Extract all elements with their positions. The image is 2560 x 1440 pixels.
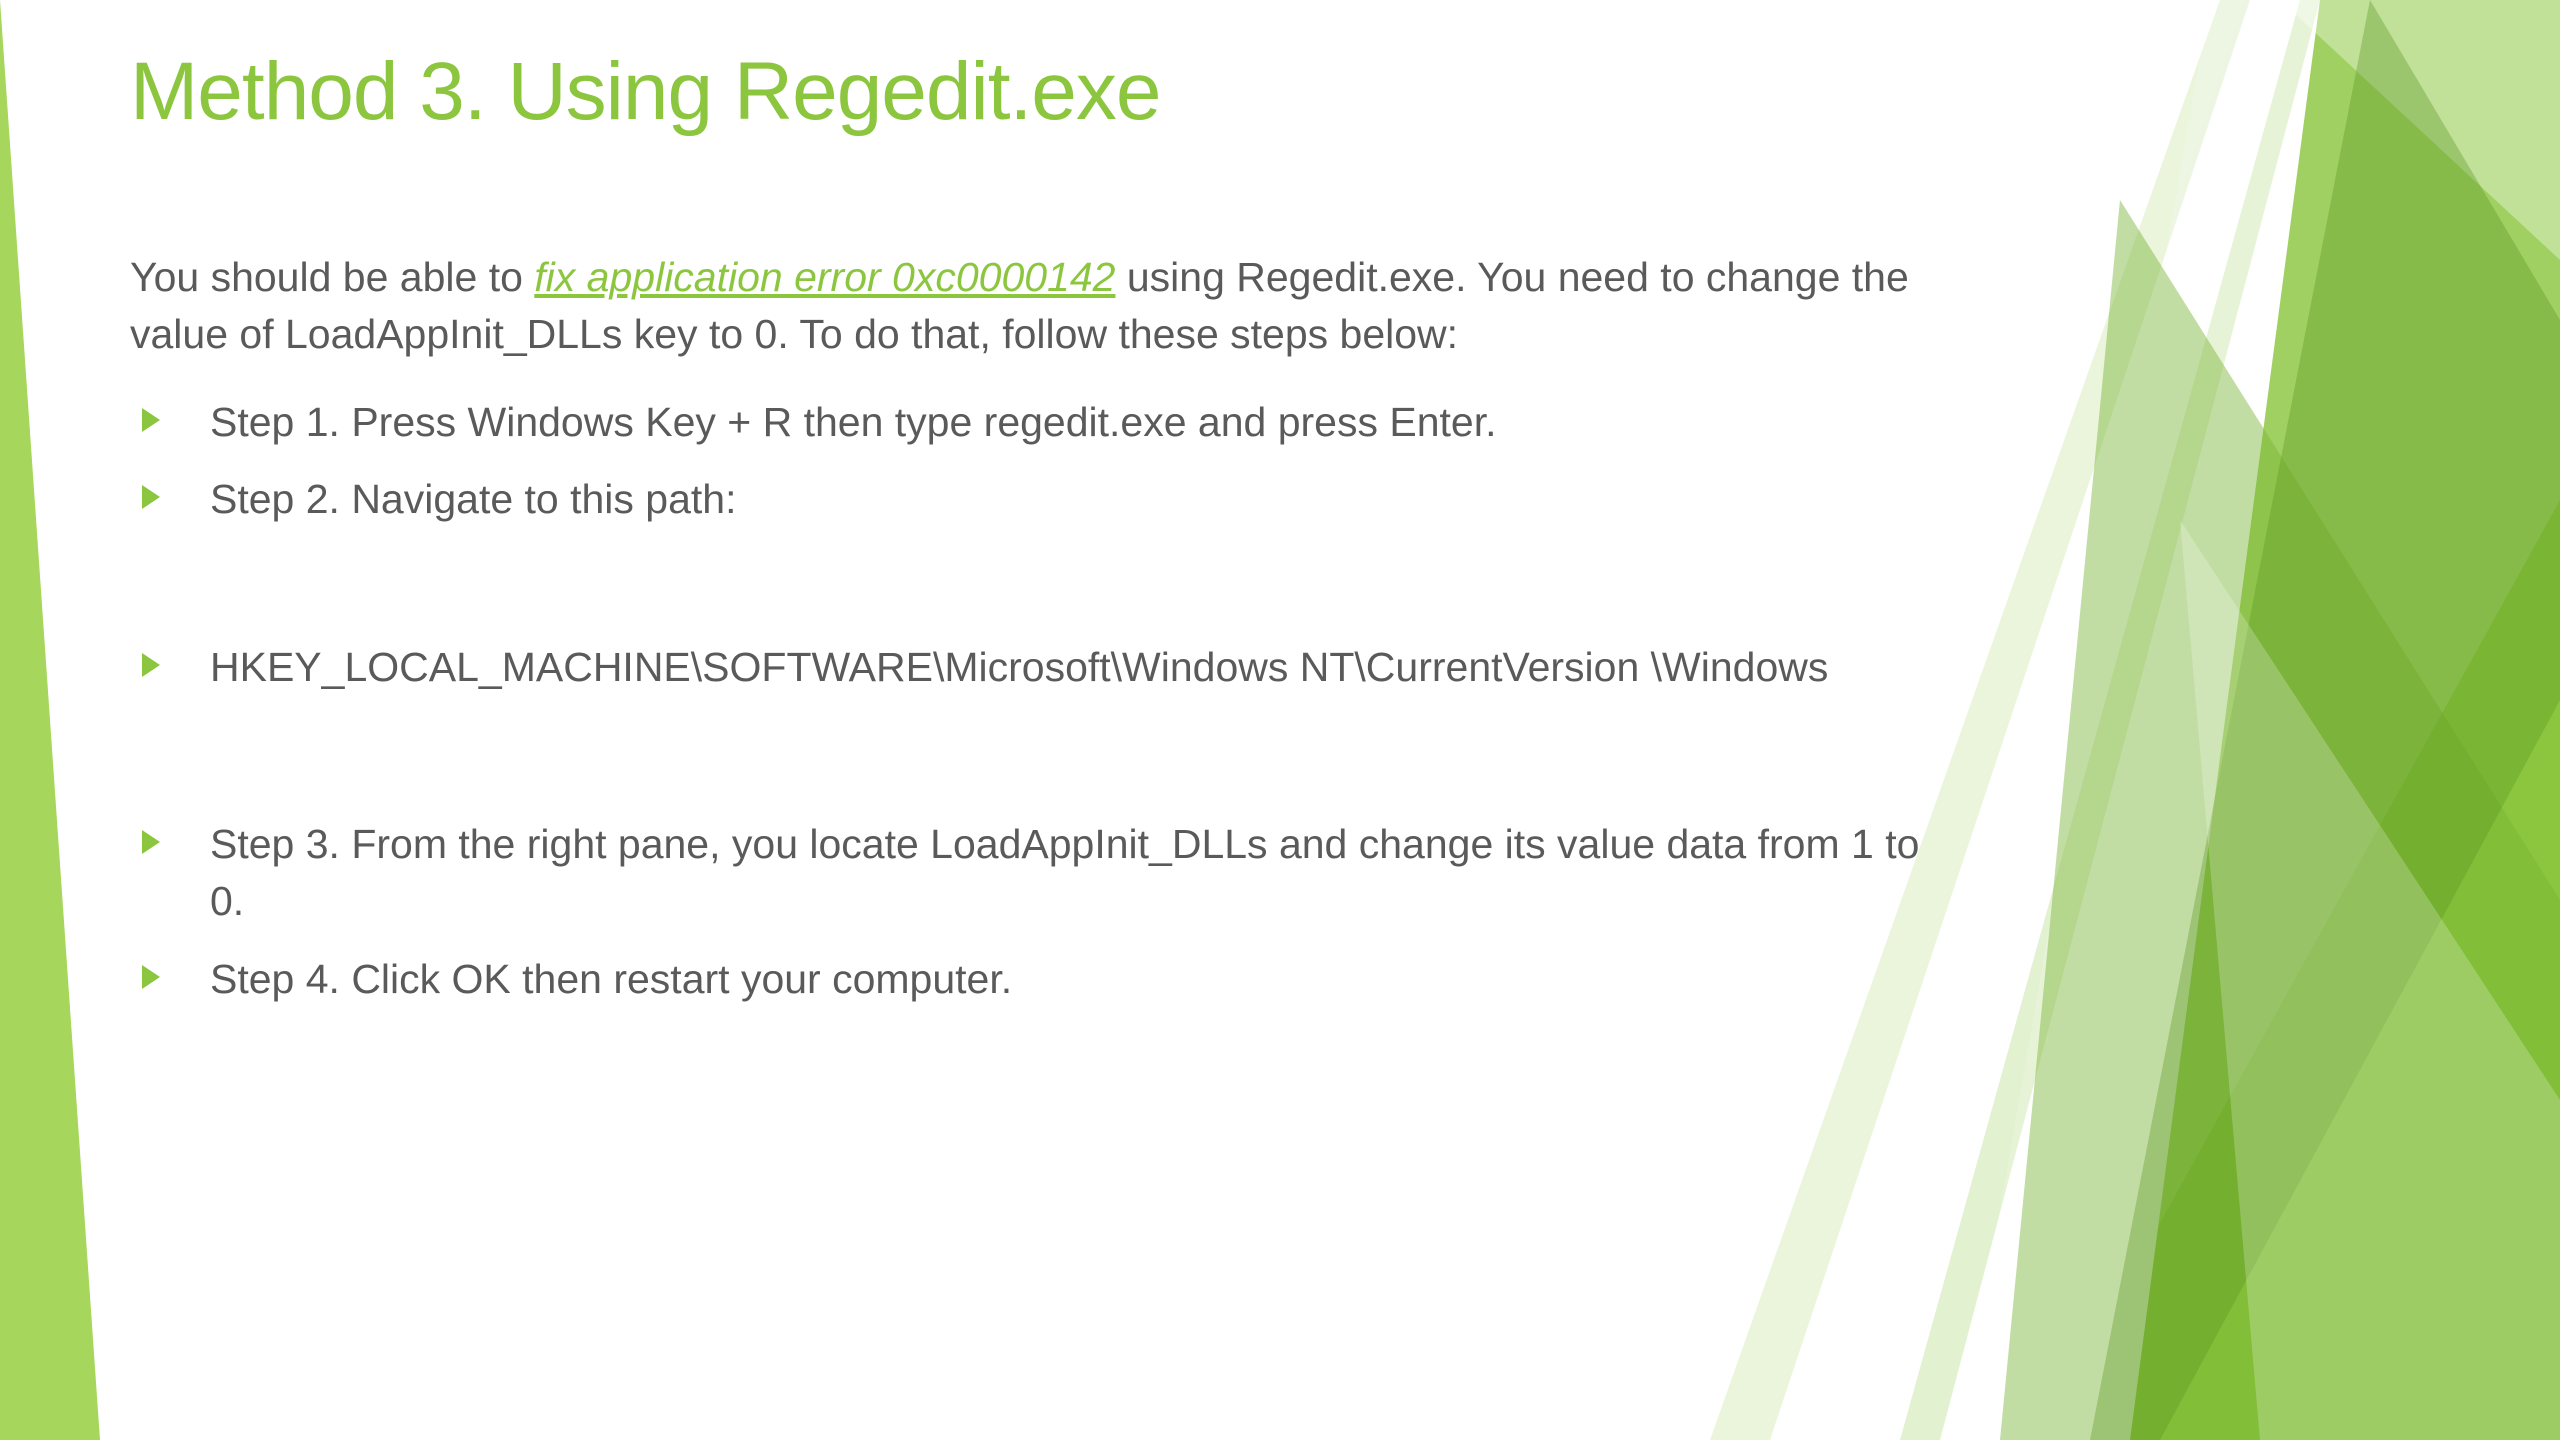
bullet-list: Step 1. Press Windows Key + R then type … xyxy=(130,394,1930,1008)
bullet-text: Step 4. Click OK then restart your compu… xyxy=(210,956,1012,1002)
bullet-icon xyxy=(142,408,160,432)
intro-link[interactable]: fix application error 0xc0000142 xyxy=(534,254,1115,300)
slide-content: Method 3. Using Regedit.exe You should b… xyxy=(130,45,1930,1008)
bullet-step4: Step 4. Click OK then restart your compu… xyxy=(130,951,1930,1008)
slide-title: Method 3. Using Regedit.exe xyxy=(130,45,1930,139)
bullet-icon xyxy=(142,653,160,677)
bullet-icon xyxy=(142,485,160,509)
bullet-icon xyxy=(142,965,160,989)
bullet-icon xyxy=(142,830,160,854)
bullet-registry-path: HKEY_LOCAL_MACHINE\SOFTWARE\Microsoft\Wi… xyxy=(130,639,1930,696)
bullet-text: Step 1. Press Windows Key + R then type … xyxy=(210,399,1497,445)
intro-paragraph: You should be able to fix application er… xyxy=(130,249,1930,364)
bullet-text: Step 2. Navigate to this path: xyxy=(210,476,737,522)
bullet-text: Step 3. From the right pane, you locate … xyxy=(210,821,1919,924)
decorative-left-triangle xyxy=(0,0,100,1440)
slide: Method 3. Using Regedit.exe You should b… xyxy=(0,0,2560,1440)
bullet-step3: Step 3. From the right pane, you locate … xyxy=(130,816,1930,931)
bullet-step1: Step 1. Press Windows Key + R then type … xyxy=(130,394,1930,451)
intro-text-pre: You should be able to xyxy=(130,254,534,300)
bullet-step2: Step 2. Navigate to this path: xyxy=(130,471,1930,528)
bullet-text: HKEY_LOCAL_MACHINE\SOFTWARE\Microsoft\Wi… xyxy=(210,644,1828,690)
